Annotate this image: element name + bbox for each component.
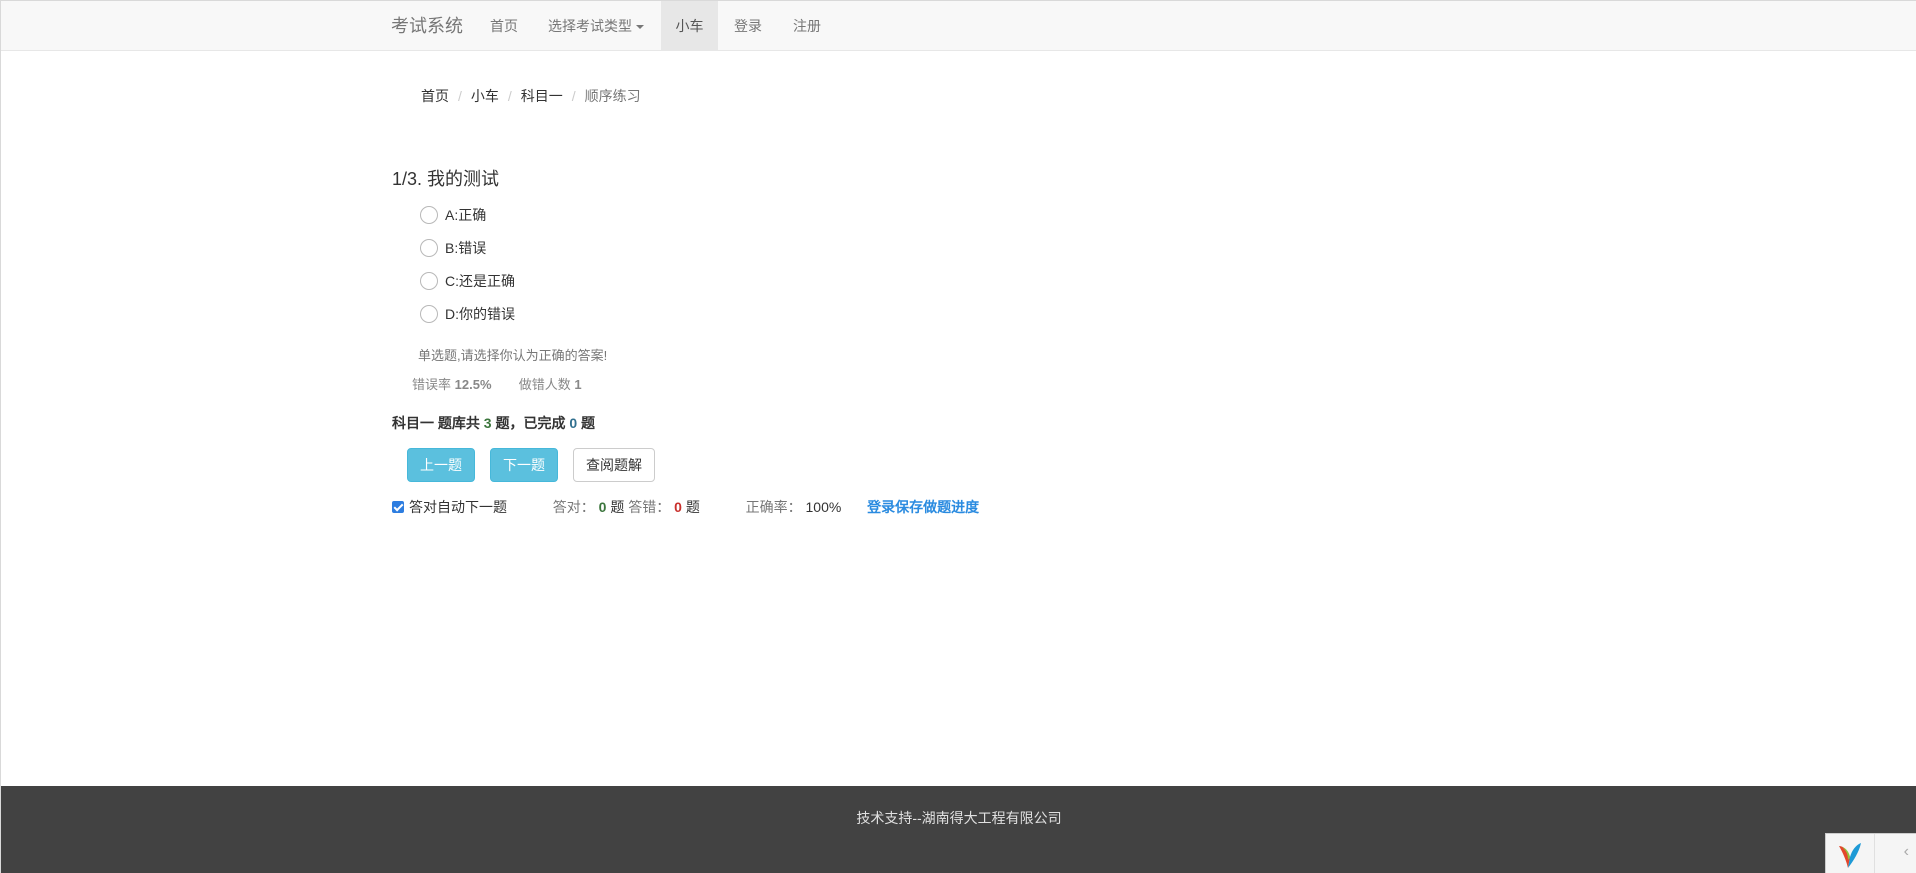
option-label: A:正确 [445,207,487,223]
view-analysis-button[interactable]: 查阅题解 [573,448,655,482]
nav-item-label: 首页 [490,18,518,34]
breadcrumb-current: 顺序练习 [584,88,641,104]
debug-toolbar[interactable]: ‹ [1825,833,1916,873]
correct-unit: 题 [610,499,625,515]
option-c[interactable]: C:还是正确 [420,270,515,292]
radio-button[interactable] [420,272,438,291]
auto-next-checkbox[interactable] [392,501,404,514]
summary-middle: 题，已完成 [495,415,566,431]
option-a[interactable]: A:正确 [420,204,486,226]
yii-logo-icon[interactable] [1834,838,1866,870]
wrong-count-label: 做错人数 [518,377,571,392]
nav-item-login[interactable]: 登录 [719,1,777,51]
option-b[interactable]: B:错误 [420,237,486,259]
auto-next-label[interactable]: 答对自动下一题 [409,499,507,515]
caret-down-icon [636,25,644,30]
radio-button[interactable] [420,239,438,258]
breadcrumb-car[interactable]: 小车 [471,88,499,104]
toolbar-divider [1874,834,1875,873]
breadcrumb-subject-one[interactable]: 科目一 [521,88,563,104]
next-question-button[interactable]: 下一题 [490,448,558,482]
wrong-label: 答错： [628,499,671,515]
wrong-count-value: 1 [574,377,582,392]
breadcrumb-home[interactable]: 首页 [421,88,449,104]
chevron-left-icon[interactable]: ‹ [1904,843,1909,861]
brand-link[interactable]: 考试系统 [391,1,463,51]
accuracy-value: 100% [805,499,842,515]
nav-item-car[interactable]: 小车 [661,1,718,51]
option-label: B:错误 [445,240,487,256]
question-title: 1/3. 我的测试 [392,169,500,189]
error-rate-label: 错误率 [412,377,452,392]
footer-text: 技术支持--湖南得大工程有限公司 [856,810,1062,826]
correct-label: 答对： [552,499,595,515]
option-d[interactable]: D:你的错误 [420,303,515,325]
page: 考试系统 首页 选择考试类型 小车 登录 注册 首页 / 小车 / 科目一 / 顺序练习 1… [0,0,1916,873]
nav-item-label: 小车 [675,18,704,34]
navbar: 考试系统 首页 选择考试类型 小车 登录 注册 [1,0,1916,51]
breadcrumb-separator: / [507,88,512,104]
prev-question-button[interactable]: 上一题 [407,448,475,482]
breadcrumb: 首页 / 小车 / 科目一 / 顺序练习 [421,86,641,106]
option-label: D:你的错误 [445,306,515,322]
correct-count: 0 [598,499,607,515]
footer: 技术支持--湖南得大工程有限公司 ‹ [1,786,1916,873]
summary-prefix: 科目一 题库共 [392,415,480,431]
nav-item-home[interactable]: 首页 [475,1,533,51]
bank-summary: 科目一 题库共 3 题，已完成 0 题 [392,413,595,433]
wrong-unit: 题 [685,499,700,515]
nav-item-register[interactable]: 注册 [778,1,836,51]
save-progress-link[interactable]: 登录保存做题进度 [867,499,979,515]
question-stats: 错误率 12.5% 做错人数 1 [412,374,582,393]
radio-button[interactable] [420,206,438,225]
accuracy-label: 正确率： [745,499,802,515]
summary-done: 0 [569,415,578,431]
summary-total: 3 [483,415,492,431]
wrong-count: 0 [674,499,682,515]
option-label: C:还是正确 [445,273,515,289]
question-hint: 单选题,请选择你认为正确的答案! [418,348,608,363]
nav-item-exam-type-dropdown[interactable]: 选择考试类型 [533,1,659,51]
radio-button[interactable] [420,305,438,324]
nav-item-label: 注册 [793,18,821,34]
progress-row: 答对自动下一题 答对： 0 题 答错： 0 题 正确率： 100% 登录保存做题… [392,497,979,517]
error-rate-value: 12.5% [454,377,492,392]
breadcrumb-separator: / [571,88,576,104]
breadcrumb-separator: / [458,88,462,104]
nav-item-label: 选择考试类型 [548,18,632,34]
nav-item-label: 登录 [734,18,762,34]
summary-suffix: 题 [581,415,596,431]
